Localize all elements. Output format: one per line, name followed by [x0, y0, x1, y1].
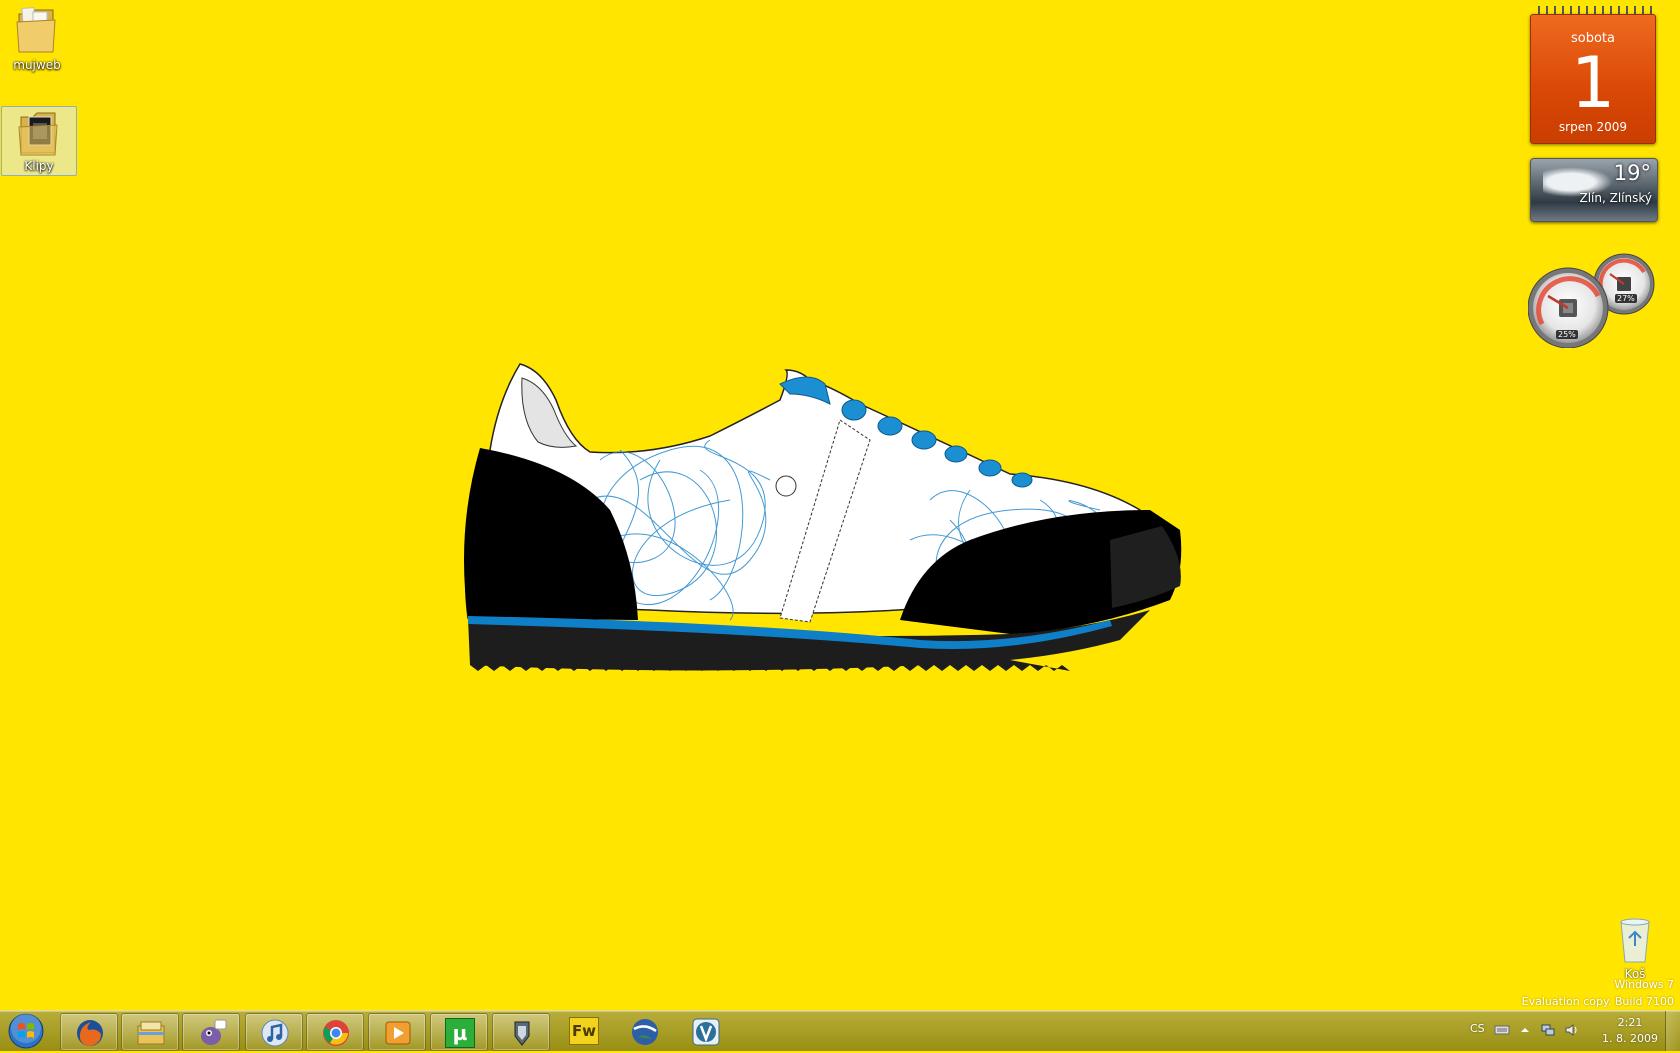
recycle-bin-icon — [1620, 918, 1650, 963]
language-indicator[interactable]: CS — [1470, 1022, 1485, 1035]
calendar-day-number: 1 — [1570, 42, 1616, 124]
desktop-icon-label: Klipy — [24, 159, 54, 173]
chrome-icon — [323, 1020, 349, 1046]
wallpaper-shoe-image — [464, 363, 1182, 671]
itunes-icon — [261, 1019, 289, 1047]
fireworks-icon: Fw — [569, 1017, 599, 1045]
folder-icon — [18, 112, 58, 156]
taskbar-dvd-app[interactable] — [677, 1013, 733, 1049]
taskbar-fireworks[interactable]: Fw — [555, 1013, 611, 1049]
taskbar-chrome[interactable] — [306, 1013, 364, 1051]
cpu-meter-dials — [1527, 253, 1655, 349]
clock-date: 1. 8. 2009 — [1602, 1032, 1658, 1045]
taskbar-explorer[interactable] — [121, 1013, 179, 1051]
cpu-usage-label: 25% — [1556, 330, 1578, 339]
media-player-icon — [385, 1021, 411, 1045]
folder-icon — [16, 7, 56, 53]
desktop-icon-label: mujweb — [13, 58, 61, 72]
pidgin-icon — [201, 1019, 227, 1045]
watermark-line-1: Windows 7 — [1614, 978, 1674, 991]
windows-watermark: Windows 7 Evaluation copy. Build 7100 — [1522, 976, 1674, 1010]
show-desktop-button[interactable] — [1665, 1011, 1680, 1051]
windows-logo-icon — [8, 1013, 44, 1049]
taskbar: µ Fw CS 2:21 1. 8. 2009 — [0, 1010, 1680, 1051]
explorer-icon — [137, 1021, 165, 1045]
calendar-page: sobota 1 srpen 2009 — [1530, 14, 1656, 144]
utorrent-icon: µ — [445, 1018, 475, 1048]
google-earth-icon — [632, 1019, 658, 1045]
taskbar-itunes[interactable] — [245, 1013, 303, 1051]
cpu-meter-gadget[interactable]: 25% 27% — [1527, 252, 1658, 349]
weather-gadget[interactable]: 19° Zlín, Zlínský — [1530, 158, 1658, 222]
start-button[interactable] — [4, 1013, 48, 1049]
app-icon — [514, 1021, 530, 1046]
network-icon[interactable] — [1540, 1023, 1556, 1037]
firefox-icon — [77, 1020, 103, 1046]
taskbar-media-player[interactable] — [368, 1013, 426, 1051]
weather-location: Zlín, Zlínský — [1579, 191, 1653, 205]
calendar-gadget[interactable]: sobota 1 srpen 2009 — [1530, 6, 1656, 144]
taskbar-utorrent[interactable]: µ — [430, 1013, 488, 1051]
memory-usage-label: 27% — [1615, 294, 1637, 303]
chevron-up-icon[interactable] — [1520, 1023, 1530, 1037]
taskbar-google-earth[interactable] — [616, 1013, 672, 1049]
volume-icon[interactable] — [1564, 1023, 1580, 1037]
taskbar-firefox[interactable] — [60, 1013, 118, 1051]
taskbar-app[interactable] — [492, 1013, 550, 1051]
system-tray: CS 2:21 1. 8. 2009 — [1450, 1011, 1680, 1051]
dvd-app-icon — [692, 1018, 720, 1046]
keyboard-icon[interactable] — [1494, 1023, 1510, 1037]
taskbar-pidgin[interactable] — [182, 1013, 240, 1051]
recycle-bin[interactable]: Koš — [1596, 916, 1674, 981]
calendar-month-year: srpen 2009 — [1558, 120, 1628, 134]
desktop-icon-klipy[interactable]: Klipy — [1, 106, 77, 176]
clock-time: 2:21 — [1617, 1016, 1643, 1029]
weather-temperature: 19° — [1613, 161, 1651, 185]
taskbar-clock[interactable]: 2:21 1. 8. 2009 — [1602, 1015, 1658, 1047]
watermark-line-2: Evaluation copy. Build 7100 — [1521, 995, 1674, 1008]
desktop-icon-mujweb[interactable]: mujweb — [0, 4, 74, 72]
